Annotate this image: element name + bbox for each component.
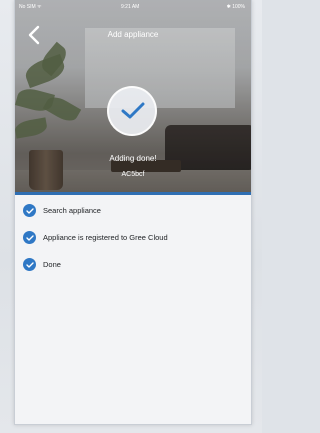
success-badge: [107, 86, 157, 136]
page-title: Add appliance: [107, 30, 159, 39]
step-label: Appliance is registered to Gree Cloud: [43, 233, 168, 242]
carrier-label: No SIM ᯤ: [19, 4, 42, 10]
check-circle-icon: [23, 258, 36, 271]
check-circle-icon: [23, 231, 36, 244]
battery-indicator: ✱ 100%: [226, 4, 245, 10]
hero-banner: No SIM ᯤ 9:21 AM ✱ 100% Add appliance Ad…: [15, 0, 251, 192]
divider: [15, 192, 251, 195]
phone-screen: No SIM ᯤ 9:21 AM ✱ 100% Add appliance Ad…: [14, 0, 252, 425]
step-label: Done: [43, 260, 61, 269]
clock: 9:21 AM: [121, 4, 140, 10]
step-label: Search appliance: [43, 206, 101, 215]
status-message: Adding done!: [109, 154, 157, 163]
status-bar: No SIM ᯤ 9:21 AM ✱ 100%: [15, 0, 251, 14]
device-name: AC5bcf: [121, 171, 145, 178]
checkmark-icon: [121, 102, 145, 119]
check-circle-icon: [23, 204, 36, 217]
